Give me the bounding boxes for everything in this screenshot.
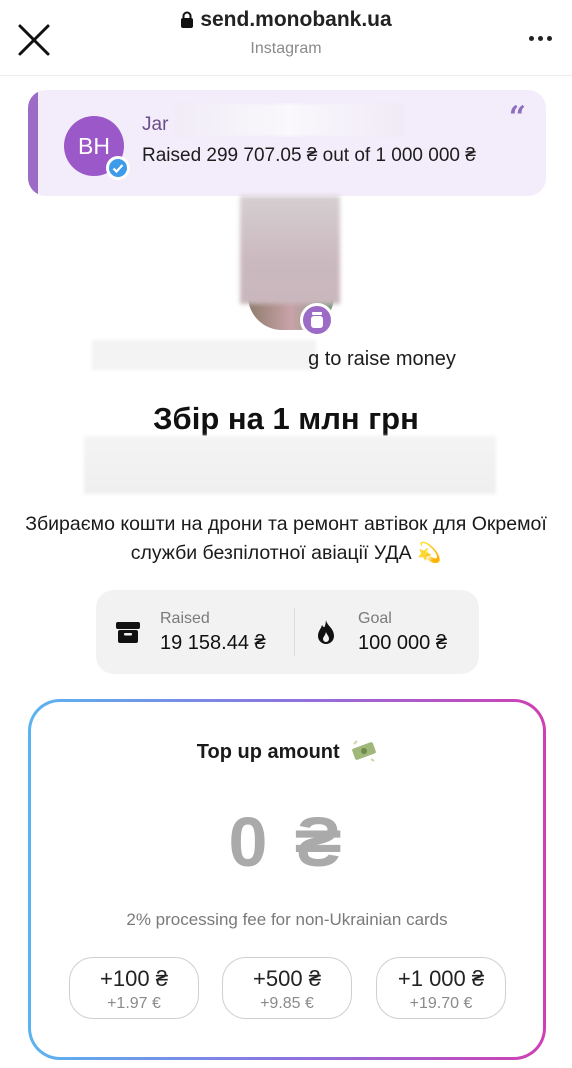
browser-header: send.monobank.ua Instagram: [0, 0, 572, 76]
raised-label: Raised: [160, 610, 210, 627]
owner-line-text: g to raise money: [308, 348, 456, 370]
money-icon: [351, 740, 377, 768]
jar-summary-card[interactable]: ВН Jar Raised 299 707.05 ₴ out of 1 000 …: [28, 90, 546, 196]
topup-title-text: Top up amount: [196, 741, 340, 763]
quick-amount-label: +100 ₴: [100, 966, 168, 991]
quick-amount-sub: +19.70 €: [409, 995, 473, 1012]
card-accent-bar: [28, 90, 38, 196]
quick-amount-500-button[interactable]: +500 ₴ +9.85 €: [222, 957, 352, 1019]
jar-name: Jar: [142, 114, 169, 135]
goal-label: Goal: [358, 610, 392, 627]
goal-value: 100 000 ₴: [358, 632, 447, 654]
quick-amount-sub: +1.97 €: [107, 995, 161, 1012]
divider: [294, 608, 295, 656]
topup-title: Top up amount: [31, 740, 543, 768]
source-app: Instagram: [250, 40, 322, 57]
stats-panel: Raised 19 158.44 ₴ Goal 100 000 ₴: [96, 590, 479, 674]
lock-icon: [180, 11, 194, 29]
quick-amount-sub: +9.85 €: [260, 995, 314, 1012]
quote-icon: “: [508, 100, 526, 135]
amount-input[interactable]: 0 ₴: [31, 802, 543, 882]
address-bar[interactable]: send.monobank.ua Instagram: [0, 8, 572, 58]
fee-note: 2% processing fee for non-Ukrainian card…: [126, 910, 448, 929]
quick-amount-label: +1 000 ₴: [397, 966, 485, 991]
quick-amount-100-button[interactable]: +100 ₴ +1.97 €: [69, 957, 199, 1019]
quick-amount-1000-button[interactable]: +1 000 ₴ +19.70 €: [376, 957, 506, 1019]
raised-stat: Raised 19 158.44 ₴: [114, 608, 284, 656]
flame-icon: [312, 618, 340, 646]
redacted-photo: [240, 196, 340, 304]
jar-raised-text: Raised 299 707.05 ₴ out of 1 000 000 ₴: [142, 145, 476, 166]
campaign-description: Збираємо кошти на дрони та ремонт автіво…: [25, 513, 547, 564]
raised-value: 19 158.44 ₴: [160, 632, 266, 654]
quick-amount-label: +500 ₴: [253, 966, 321, 991]
box-icon: [114, 618, 142, 646]
verified-icon: [106, 156, 130, 180]
owner-line: g to raise money: [0, 348, 572, 371]
url-text: send.monobank.ua: [200, 8, 392, 31]
redacted-area: [176, 104, 404, 136]
page-title: Збір на 1 млн грн: [153, 401, 419, 436]
topup-card: Top up amount 0 ₴ 2% processing fee for …: [28, 699, 546, 1060]
goal-stat: Goal 100 000 ₴: [312, 608, 472, 656]
redacted-details: [84, 436, 496, 494]
more-icon[interactable]: [526, 30, 554, 46]
jar-icon: [300, 303, 334, 337]
